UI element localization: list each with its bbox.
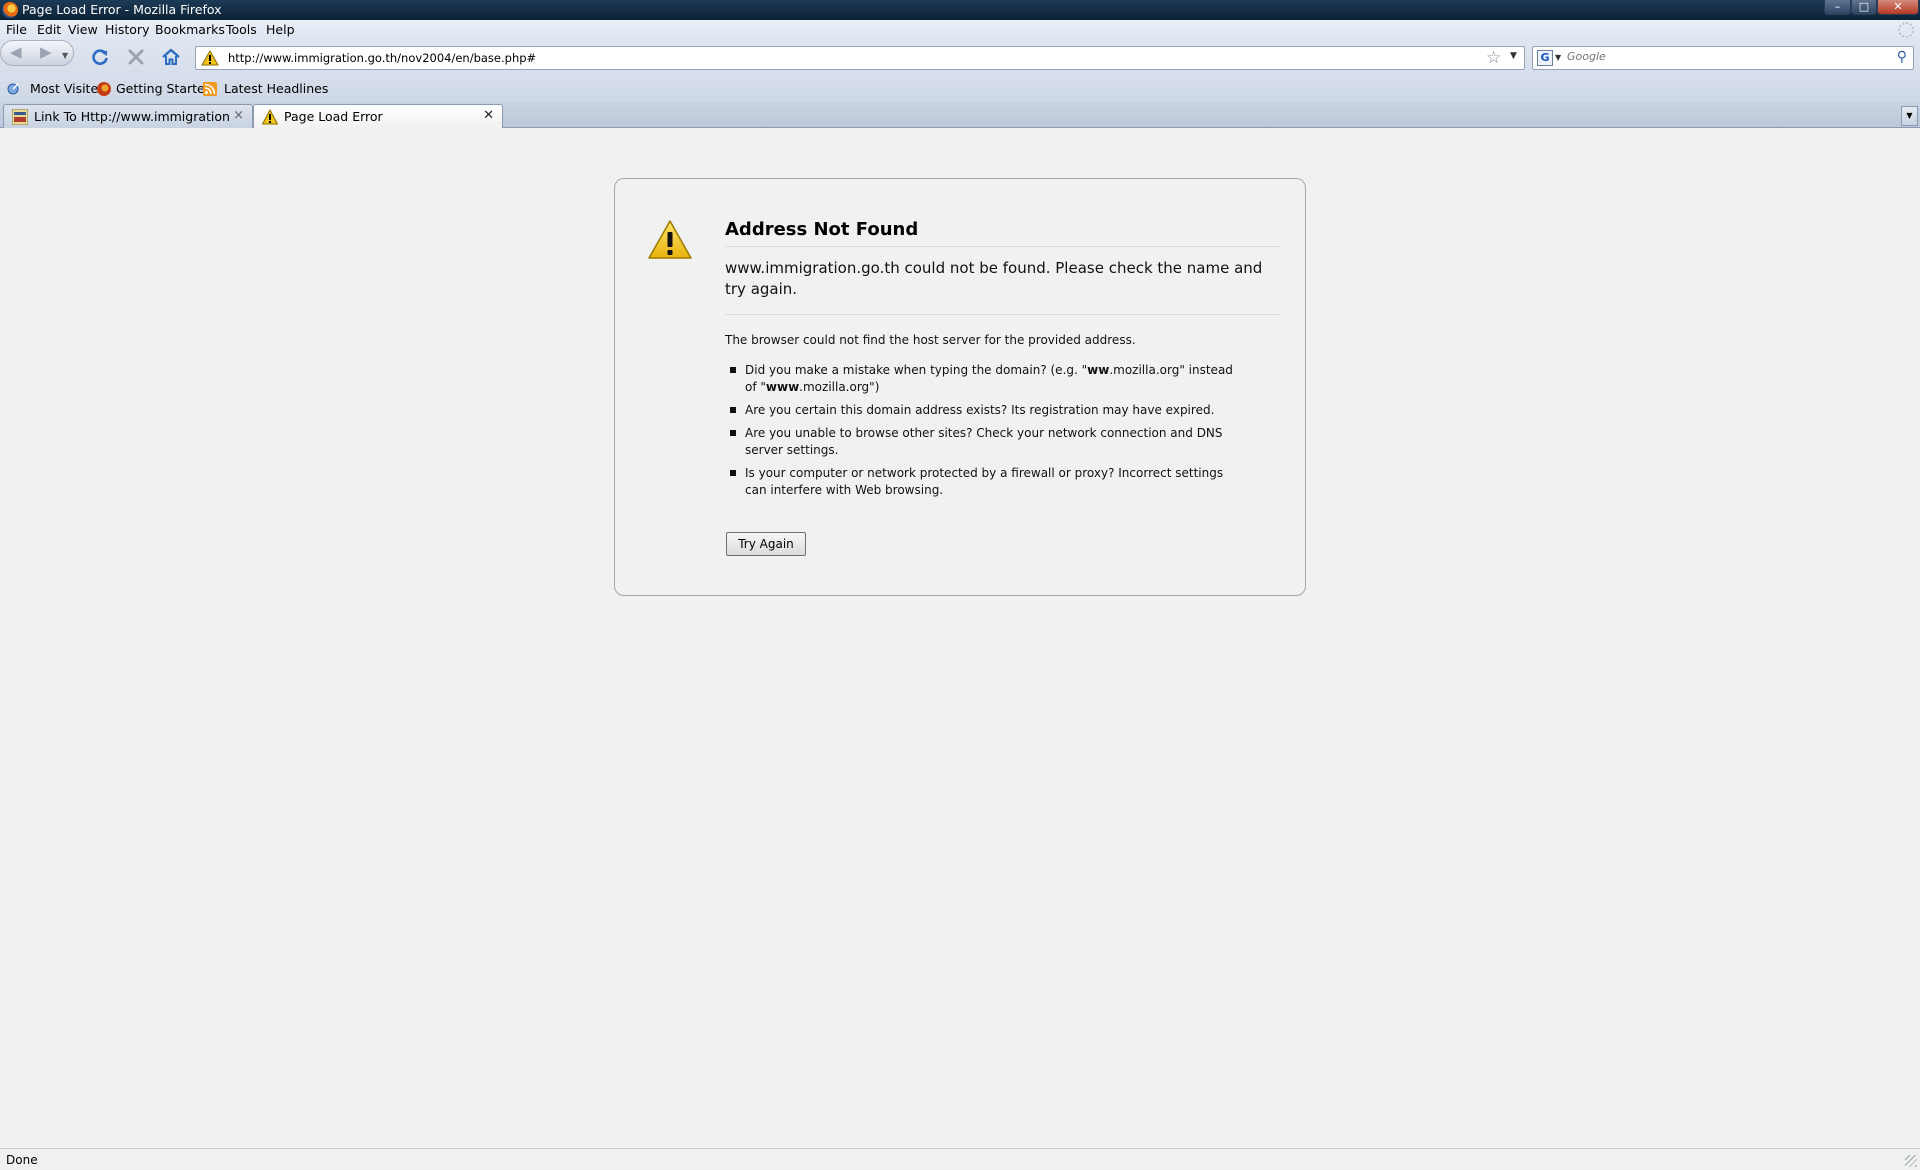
status-bar: Done xyxy=(0,1148,1920,1170)
navigation-toolbar: ◀ ▶ ▼ http://www.immigration.go.th/nov20… xyxy=(0,40,1920,76)
suggestion-text: Is your computer or network protected by… xyxy=(745,466,1224,497)
menu-help[interactable]: Help xyxy=(266,22,295,38)
close-window-button[interactable]: ✕ xyxy=(1877,0,1919,15)
tab-list-dropdown-icon[interactable]: ▼ xyxy=(1901,106,1918,126)
tab-label: Page Load Error xyxy=(284,110,383,124)
firefox-icon xyxy=(97,82,111,96)
list-item: Are you unable to browse other sites? Ch… xyxy=(725,425,1245,459)
stop-button[interactable] xyxy=(124,44,148,70)
reload-button[interactable] xyxy=(88,44,112,70)
site-warning-icon xyxy=(201,50,219,66)
suggestion-text: .mozilla.org") xyxy=(799,380,880,394)
search-icon[interactable]: ⚲ xyxy=(1897,49,1907,65)
url-bar[interactable]: http://www.immigration.go.th/nov2004/en/… xyxy=(195,46,1525,70)
bookmark-label: Getting Started xyxy=(116,81,213,96)
throbber-icon xyxy=(1898,22,1914,38)
bookmark-star-icon[interactable]: ☆ xyxy=(1486,48,1501,68)
suggestion-text: Did you make a mistake when typing the d… xyxy=(745,363,1088,377)
tab-page-load-error[interactable]: Page Load Error ✕ xyxy=(253,104,503,129)
error-short-description: www.immigration.go.th could not be found… xyxy=(725,259,1263,298)
engine-dropdown-icon[interactable]: ▼ xyxy=(1555,53,1561,62)
most-visited-icon xyxy=(7,83,19,95)
firefox-logo-icon xyxy=(2,2,18,18)
suggestion-text: Are you unable to browse other sites? Ch… xyxy=(745,426,1223,457)
search-bar: G ▼ ⚲ xyxy=(1532,46,1914,70)
tab-label: Link To Http://www.immigration.g... xyxy=(34,110,230,124)
menu-edit[interactable]: Edit xyxy=(37,22,61,38)
menu-bookmarks[interactable]: Bookmarks xyxy=(155,22,225,38)
title-bar: Page Load Error - Mozilla Firefox – □ ✕ xyxy=(0,0,1920,20)
home-button[interactable] xyxy=(159,44,183,70)
warning-icon xyxy=(262,109,278,125)
menu-history[interactable]: History xyxy=(105,22,149,38)
back-forward-group: ◀ ▶ ▼ xyxy=(0,40,74,66)
stop-icon xyxy=(128,49,144,65)
bookmarks-toolbar: Most Visited Getting Started Latest Head… xyxy=(0,76,1920,102)
url-dropdown-icon[interactable]: ▼ xyxy=(1510,51,1517,61)
window-title: Page Load Error - Mozilla Firefox xyxy=(22,2,222,17)
history-dropdown-icon[interactable]: ▼ xyxy=(62,48,68,64)
site-favicon xyxy=(12,109,28,125)
error-page-container: Address Not Found www.immigration.go.th … xyxy=(614,178,1306,596)
reload-icon xyxy=(92,49,108,65)
error-title: Address Not Found xyxy=(725,219,919,240)
warning-icon xyxy=(648,220,692,259)
tab-strip: Link To Http://www.immigration.g... × Pa… xyxy=(0,102,1920,129)
search-input[interactable] xyxy=(1567,50,1867,63)
minimize-button[interactable]: – xyxy=(1824,0,1851,15)
status-text: Done xyxy=(6,1153,38,1167)
menu-bar: File Edit View History Bookmarks Tools H… xyxy=(0,20,1920,40)
try-again-button[interactable]: Try Again xyxy=(726,532,806,556)
forward-icon[interactable]: ▶ xyxy=(40,44,52,60)
tab-close-icon[interactable]: ✕ xyxy=(483,109,494,123)
error-long-description: The browser could not find the host serv… xyxy=(725,333,1136,347)
bookmark-label: Most Visited xyxy=(30,81,107,96)
tab-immigration-link[interactable]: Link To Http://www.immigration.g... × xyxy=(3,104,253,128)
list-item: Is your computer or network protected by… xyxy=(725,465,1245,499)
url-text[interactable]: http://www.immigration.go.th/nov2004/en/… xyxy=(228,51,536,65)
divider xyxy=(725,246,1280,247)
bookmark-latest-headlines[interactable]: Latest Headlines xyxy=(202,81,328,97)
divider xyxy=(725,314,1280,315)
maximize-button[interactable]: □ xyxy=(1851,0,1877,15)
suggestion-bold-text: ww xyxy=(1087,363,1110,377)
resize-grip-icon[interactable] xyxy=(1905,1155,1917,1167)
menu-tools[interactable]: Tools xyxy=(226,22,257,38)
google-engine-icon[interactable]: G xyxy=(1537,50,1553,66)
list-item: Are you certain this domain address exis… xyxy=(725,402,1245,419)
menu-file[interactable]: File xyxy=(6,22,27,38)
tab-close-icon[interactable]: × xyxy=(233,109,244,123)
bookmark-most-visited[interactable]: Most Visited xyxy=(6,81,106,97)
back-icon[interactable]: ◀ xyxy=(10,44,22,60)
menu-view[interactable]: View xyxy=(68,22,98,38)
suggestion-text: Are you certain this domain address exis… xyxy=(745,403,1215,417)
home-icon xyxy=(162,48,180,65)
list-item: Did you make a mistake when typing the d… xyxy=(725,362,1245,396)
suggestion-bold-text: www xyxy=(765,380,800,394)
bookmark-label: Latest Headlines xyxy=(224,81,329,96)
rss-icon xyxy=(203,82,217,96)
bookmark-getting-started[interactable]: Getting Started xyxy=(96,81,213,97)
suggestion-list: Did you make a mistake when typing the d… xyxy=(725,362,1245,505)
page-content: Address Not Found www.immigration.go.th … xyxy=(0,128,1920,1148)
